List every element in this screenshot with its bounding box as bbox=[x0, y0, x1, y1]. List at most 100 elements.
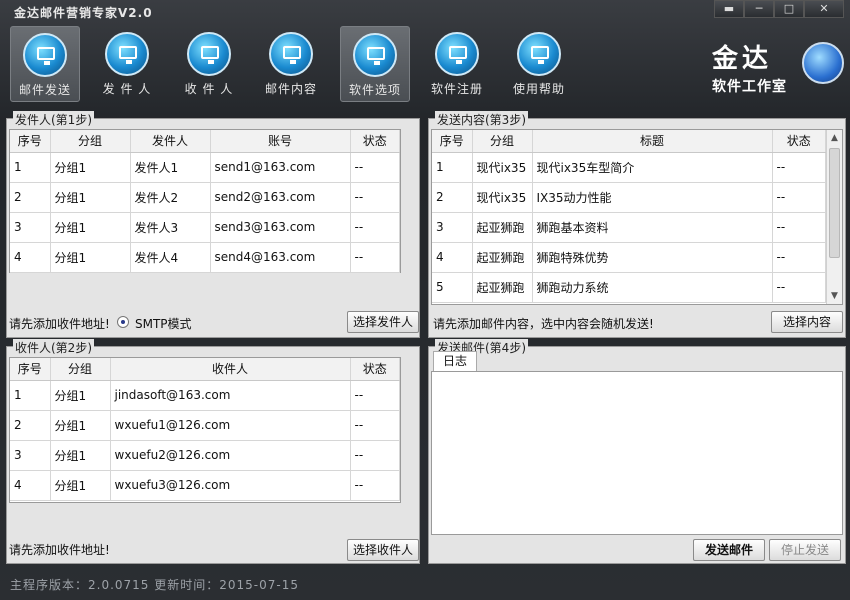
column-header[interactable]: 状态 bbox=[350, 130, 400, 153]
window-controls: ▬ ─ □ ✕ bbox=[714, 0, 844, 18]
cell: -- bbox=[350, 242, 400, 273]
table-row[interactable]: 5 起亚狮跑 狮跑动力系统 -- bbox=[432, 272, 826, 303]
cell: 3 bbox=[10, 212, 51, 243]
stop-send-button[interactable]: 停止发送 bbox=[769, 539, 841, 561]
sender-hint: 请先添加收件地址! bbox=[9, 317, 110, 331]
app-window: 金达邮件营销专家V2.0 ▬ ─ □ ✕ 邮件发送 发 件 人 收 件 人 邮件… bbox=[0, 0, 850, 600]
cell: IX35动力性能 bbox=[532, 182, 773, 213]
scroll-up-icon[interactable]: ▲ bbox=[827, 130, 842, 146]
cell: 狮跑特殊优势 bbox=[532, 242, 773, 273]
cell: 发件人1 bbox=[130, 152, 211, 183]
recipient-hint: 请先添加收件地址! bbox=[9, 543, 110, 557]
cell: 起亚狮跑 bbox=[472, 242, 533, 273]
monitor-globe-icon bbox=[269, 32, 313, 76]
maximize-button[interactable]: □ bbox=[774, 0, 804, 18]
tool-email-send[interactable]: 邮件发送 bbox=[10, 26, 80, 102]
scroll-down-icon[interactable]: ▼ bbox=[827, 288, 842, 304]
content-hint: 请先添加邮件内容，选中内容会随机发送! bbox=[433, 317, 654, 331]
column-header[interactable]: 分组 bbox=[472, 130, 533, 153]
column-header[interactable]: 收件人 bbox=[110, 358, 351, 381]
close-button[interactable]: ✕ bbox=[804, 0, 844, 18]
column-header[interactable]: 分组 bbox=[50, 358, 111, 381]
cell: -- bbox=[350, 410, 400, 441]
column-header[interactable]: 序号 bbox=[432, 130, 473, 153]
tab-log[interactable]: 日志 bbox=[433, 351, 477, 371]
recipient-panel: 收件人(第2步) 序号 分组 收件人 状态 1 分组1 jindasoft@16… bbox=[6, 339, 420, 564]
table-row[interactable]: 4 分组1 发件人4 send4@163.com -- bbox=[10, 242, 400, 273]
minimize-button[interactable]: ─ bbox=[744, 0, 774, 18]
cell: 4 bbox=[10, 242, 51, 273]
column-header[interactable]: 状态 bbox=[350, 358, 400, 381]
cell: 1 bbox=[432, 152, 473, 183]
tool-options[interactable]: 软件选项 bbox=[340, 26, 410, 102]
status-bar: 主程序版本：2.0.0715 更新时间：2015-07-15 bbox=[10, 578, 299, 592]
cell: 4 bbox=[432, 242, 473, 273]
table-row[interactable]: 2 分组1 wxuefu1@126.com -- bbox=[10, 410, 400, 441]
table-row[interactable]: 1 分组1 jindasoft@163.com -- bbox=[10, 380, 400, 411]
cell: send4@163.com bbox=[210, 242, 351, 273]
tool-register[interactable]: 软件注册 bbox=[422, 26, 492, 102]
cell: send3@163.com bbox=[210, 212, 351, 243]
column-header[interactable]: 序号 bbox=[10, 358, 51, 381]
cell: 1 bbox=[10, 152, 51, 183]
select-recipient-button[interactable]: 选择收件人 bbox=[347, 539, 419, 561]
cell: 5 bbox=[432, 272, 473, 303]
smtp-mode-label: SMTP模式 bbox=[135, 317, 192, 331]
table-row[interactable]: 3 分组1 wxuefu2@126.com -- bbox=[10, 440, 400, 471]
tool-email-content[interactable]: 邮件内容 bbox=[256, 26, 326, 102]
cell: -- bbox=[772, 152, 826, 183]
cell: 现代ix35车型简介 bbox=[532, 152, 773, 183]
send-email-button[interactable]: 发送邮件 bbox=[693, 539, 765, 561]
pin-button[interactable]: ▬ bbox=[714, 0, 744, 18]
content-panel: 发送内容(第3步) 序号 分组 标题 状态 1 现代ix35 现代ix35车型简… bbox=[428, 111, 846, 338]
tool-recipient[interactable]: 收 件 人 bbox=[174, 26, 244, 102]
cell: 分组1 bbox=[50, 152, 131, 183]
scroll-thumb[interactable] bbox=[829, 148, 840, 258]
cell: -- bbox=[772, 182, 826, 213]
smtp-mode-radio[interactable] bbox=[117, 316, 129, 328]
column-header[interactable]: 分组 bbox=[50, 130, 131, 153]
table-row[interactable]: 4 起亚狮跑 狮跑特殊优势 -- bbox=[432, 242, 826, 273]
cell: 分组1 bbox=[50, 440, 111, 471]
cell: 分组1 bbox=[50, 212, 131, 243]
table-row[interactable]: 2 现代ix35 IX35动力性能 -- bbox=[432, 182, 826, 213]
column-header[interactable]: 序号 bbox=[10, 130, 51, 153]
monitor-globe-icon bbox=[517, 32, 561, 76]
cell: 狮跑基本资料 bbox=[532, 212, 773, 243]
cell: 2 bbox=[432, 182, 473, 213]
table-row[interactable]: 4 分组1 wxuefu3@126.com -- bbox=[10, 470, 400, 501]
table-row[interactable]: 3 分组1 发件人3 send3@163.com -- bbox=[10, 212, 400, 243]
tool-label: 收 件 人 bbox=[184, 82, 234, 96]
cell: -- bbox=[772, 242, 826, 273]
cell: 发件人3 bbox=[130, 212, 211, 243]
sender-panel-legend: 发件人(第1步) bbox=[13, 111, 94, 128]
monitor-globe-icon bbox=[435, 32, 479, 76]
main-toolbar: 邮件发送 发 件 人 收 件 人 邮件内容 软件选项 软件注册 使用帮助 bbox=[10, 26, 590, 102]
tool-label: 发 件 人 bbox=[102, 82, 152, 96]
log-textarea[interactable] bbox=[431, 371, 843, 535]
column-header[interactable]: 标题 bbox=[532, 130, 773, 153]
monitor-globe-icon bbox=[187, 32, 231, 76]
cell: jindasoft@163.com bbox=[110, 380, 351, 411]
select-content-button[interactable]: 选择内容 bbox=[771, 311, 843, 333]
column-header[interactable]: 账号 bbox=[210, 130, 351, 153]
table-row[interactable]: 3 起亚狮跑 狮跑基本资料 -- bbox=[432, 212, 826, 243]
content-scrollbar[interactable]: ▲ ▼ bbox=[826, 130, 842, 304]
table-row[interactable]: 1 现代ix35 现代ix35车型简介 -- bbox=[432, 152, 826, 183]
cell: 分组1 bbox=[50, 470, 111, 501]
tool-label: 软件选项 bbox=[348, 83, 401, 97]
select-sender-button[interactable]: 选择发件人 bbox=[347, 311, 419, 333]
column-header[interactable]: 发件人 bbox=[130, 130, 211, 153]
column-header[interactable]: 状态 bbox=[772, 130, 826, 153]
cell: 分组1 bbox=[50, 182, 131, 213]
cell: 现代ix35 bbox=[472, 182, 533, 213]
tool-label: 软件注册 bbox=[430, 82, 483, 96]
table-row[interactable]: 2 分组1 发件人2 send2@163.com -- bbox=[10, 182, 400, 213]
table-row[interactable]: 1 分组1 发件人1 send1@163.com -- bbox=[10, 152, 400, 183]
cell: -- bbox=[350, 152, 400, 183]
tool-sender[interactable]: 发 件 人 bbox=[92, 26, 162, 102]
tool-help[interactable]: 使用帮助 bbox=[504, 26, 574, 102]
network-globe-icon bbox=[802, 42, 844, 84]
cell: wxuefu3@126.com bbox=[110, 470, 351, 501]
cell: -- bbox=[350, 440, 400, 471]
